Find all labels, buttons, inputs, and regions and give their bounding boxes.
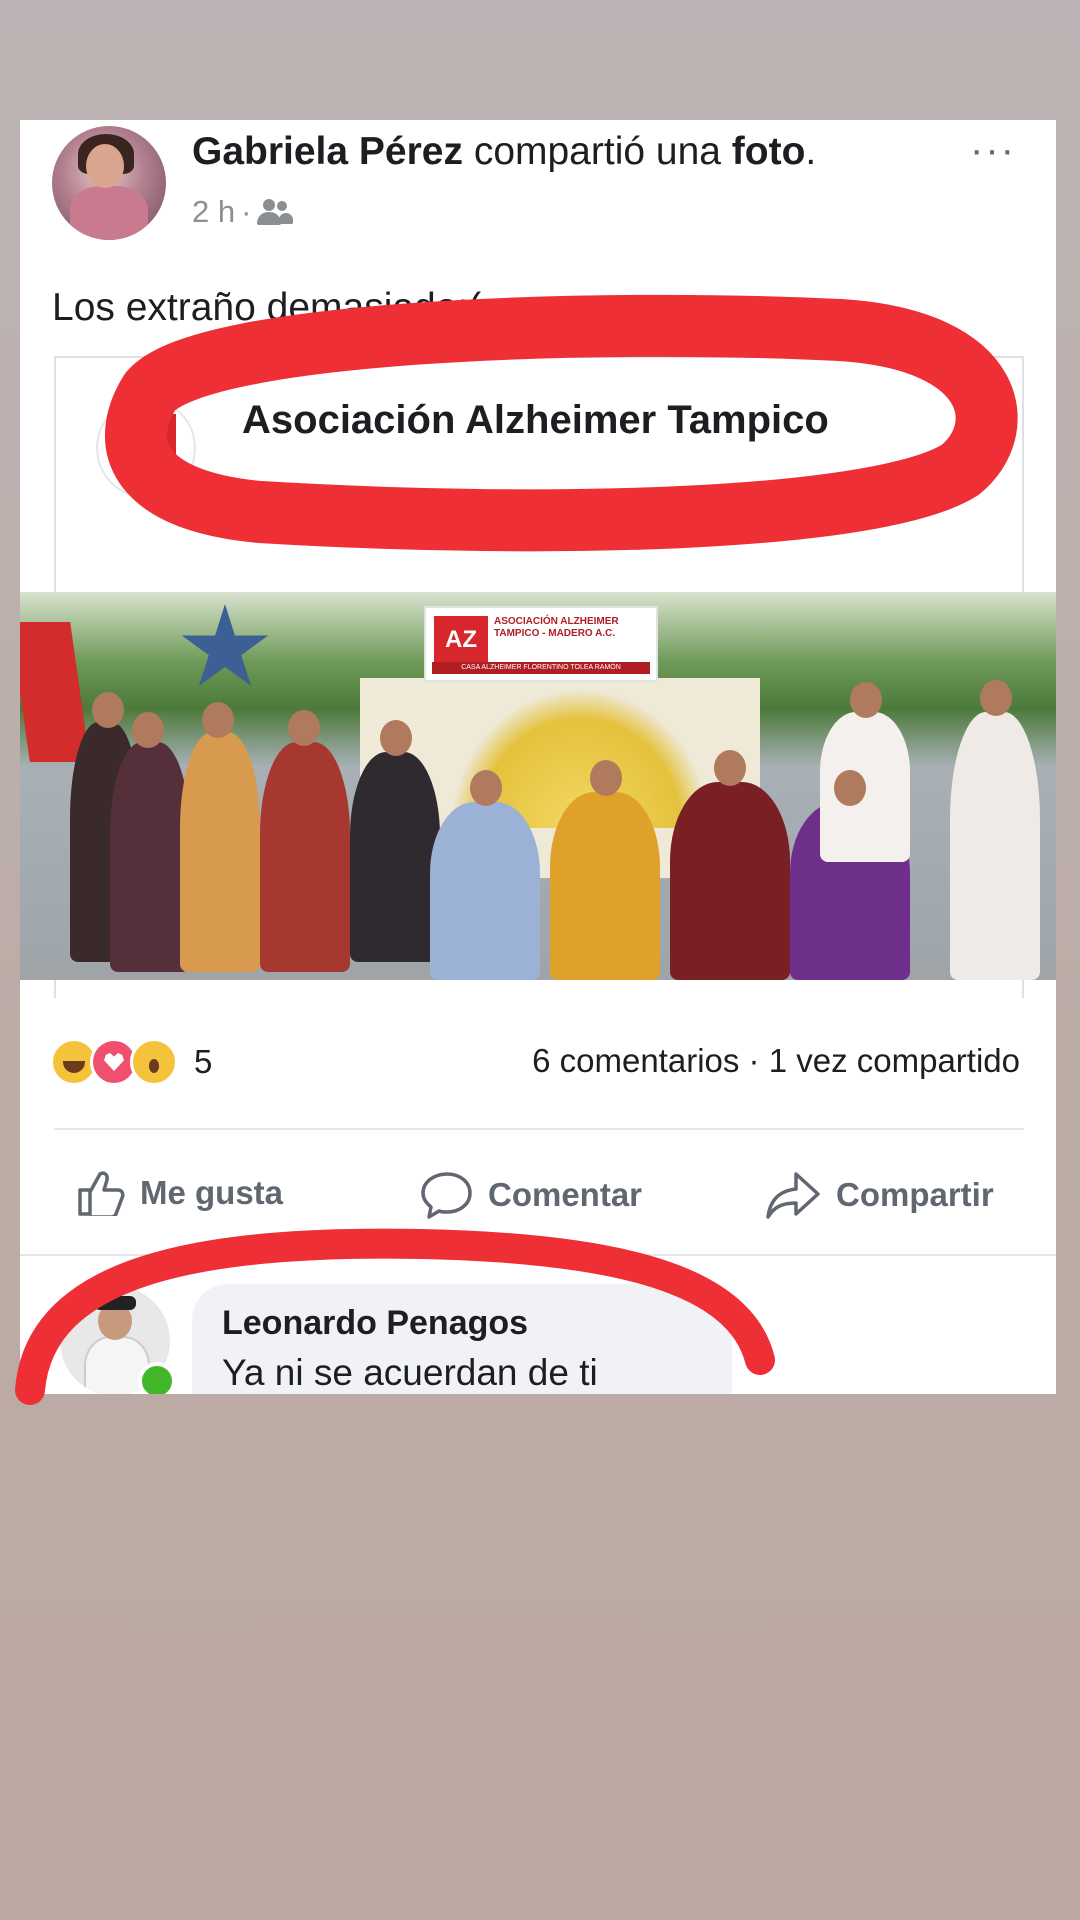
person [430, 802, 540, 980]
share-button[interactable]: Compartir [764, 1170, 994, 1220]
comment-label: Comentar [488, 1176, 643, 1213]
shared-page-name[interactable]: Asociación Alzheimer Tampico [242, 398, 829, 443]
comment-bubble-icon [421, 1172, 472, 1219]
post-header-line: Gabriela Pérez compartió una foto. [192, 130, 816, 174]
banner-footer: CASA ALZHEIMER FLORENTINO TOLEA RAMÓN [432, 662, 650, 674]
page-logo-avatar[interactable] [96, 398, 196, 498]
shared-time-text: 7 h · [242, 514, 303, 547]
reaction-count: 5 [194, 1043, 213, 1080]
wow-reaction-icon [130, 1038, 178, 1086]
banner-line-1: ASOCIACIÓN ALZHEIMER [494, 616, 619, 627]
friends-icon [257, 199, 294, 225]
comment-text: Ya ni se acuerdan de ti [222, 1352, 598, 1393]
author-avatar[interactable] [52, 126, 166, 240]
action-text: compartió una [462, 130, 732, 173]
person [180, 732, 260, 972]
person [110, 742, 190, 972]
post-caption: Los extraño demasiado:( [52, 286, 482, 329]
thumbs-up-icon [78, 1171, 125, 1216]
divider [54, 1128, 1024, 1130]
person [950, 712, 1040, 980]
post-time[interactable]: 2 h [192, 194, 235, 230]
reactions-summary[interactable]: 5 [50, 1038, 212, 1086]
meta-dot: · [241, 194, 252, 229]
red-decoration [20, 622, 90, 762]
commenter-name[interactable]: Leonardo Penagos [222, 1304, 528, 1343]
banner-text: ASOCIACIÓN ALZHEIMER TAMPICO - MADERO A.… [494, 616, 619, 640]
globe-icon [310, 520, 335, 545]
like-button[interactable]: Me gusta [76, 1170, 283, 1216]
person [350, 752, 440, 962]
association-logo: AZ [434, 616, 488, 664]
action-end: . [805, 130, 817, 173]
comments-shares-count[interactable]: 6 comentarios · 1 vez compartido [532, 1042, 1020, 1080]
share-label: Compartir [836, 1176, 994, 1213]
divider [20, 1254, 1056, 1256]
facebook-post-card: Gabriela Pérez compartió una foto. ··· 2… [20, 120, 1056, 1394]
shared-post-time: 7 h · [242, 514, 335, 548]
share-arrow-icon [766, 1172, 820, 1219]
person [260, 742, 350, 972]
action-object-link[interactable]: foto [732, 130, 806, 173]
banner-line-2: TAMPICO - MADERO A.C. [494, 628, 616, 639]
person [550, 792, 660, 980]
star-decoration [181, 604, 269, 686]
more-options-icon[interactable]: ··· [970, 128, 1016, 173]
author-name[interactable]: Gabriela Pérez [192, 130, 463, 173]
association-banner: AZ ASOCIACIÓN ALZHEIMER TAMPICO - MADERO… [424, 606, 658, 682]
online-status-dot [138, 1362, 176, 1394]
person [670, 782, 790, 980]
post-meta: 2 h · [192, 194, 294, 230]
shared-photo[interactable]: AZ ASOCIACIÓN ALZHEIMER TAMPICO - MADERO… [20, 592, 1056, 980]
comment-button[interactable]: Comentar [420, 1170, 642, 1220]
like-label: Me gusta [140, 1174, 284, 1211]
